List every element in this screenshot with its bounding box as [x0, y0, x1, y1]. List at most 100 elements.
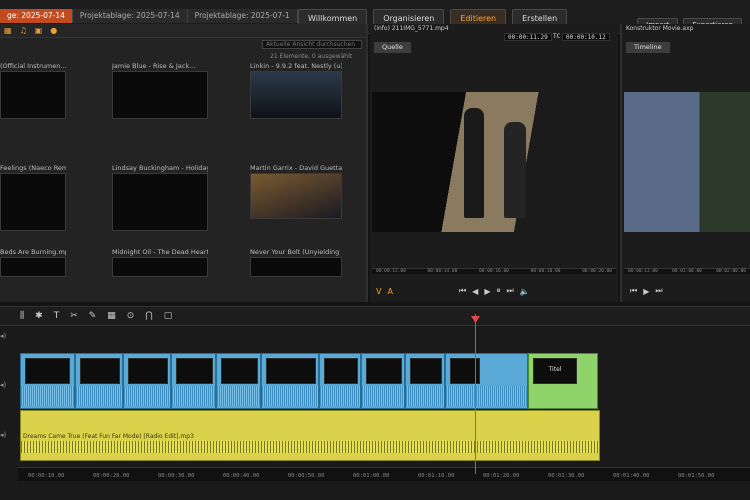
next-frame-icon[interactable]: ⏭ — [506, 286, 513, 296]
media-item-title: Linkin - 9.9.2 feat. Nestly (u) Remix... — [250, 62, 342, 70]
playhead-line[interactable] — [475, 314, 476, 474]
media-item[interactable]: Jamie Blue - Rise & Jack... — [112, 62, 208, 119]
media-item-title: (Official Instrumen... — [0, 62, 66, 70]
pause-icon[interactable]: ⏸ — [496, 286, 500, 296]
media-thumbnail — [0, 257, 66, 277]
library-panel: ▦ ♫ ▣ ● Aktuelle Ansicht durchsuchen 21 … — [0, 24, 368, 302]
project-tab-1[interactable]: ge: 2025-07-14 — [0, 9, 73, 23]
media-item-title: Beds Are Burning.mp4 — [0, 248, 66, 256]
title-clip-label: Titel — [533, 358, 577, 384]
media-item[interactable]: Beds Are Burning.mp4 — [0, 248, 66, 277]
scrub-tick: 00:00:12.00 — [376, 269, 406, 274]
library-item-count: 21 Elemente, 0 ausgewählt — [270, 53, 353, 60]
next-frame-icon[interactable]: ⏭ — [655, 286, 662, 296]
video-clip[interactable] — [216, 353, 261, 409]
media-item[interactable]: Never Your Bolt (Unyielding Heart)... — [250, 248, 342, 277]
previous-frame-icon[interactable]: ⏮ — [630, 286, 637, 296]
mark-in-icon[interactable]: V — [376, 287, 381, 296]
settings-icon[interactable]: ✱ — [35, 311, 43, 321]
person-figure-right — [504, 122, 526, 218]
step-back-icon[interactable]: ◀ — [472, 287, 478, 296]
video-clip[interactable] — [319, 353, 361, 409]
library-search-input[interactable]: Aktuelle Ansicht durchsuchen — [262, 40, 362, 49]
media-item-title: Lindsay Buckingham - Holiday Road — [112, 164, 208, 172]
scissors-icon[interactable]: ✂ — [70, 311, 78, 321]
media-thumbnail — [112, 173, 208, 231]
video-clip[interactable] — [405, 353, 445, 409]
ruler-tick: 00:01:20.00 — [483, 473, 520, 479]
record-icon[interactable]: ⊙ — [127, 311, 135, 321]
tab-timeline[interactable]: Timeline — [626, 42, 670, 53]
scrub-tick: 00:00:20.00 — [582, 269, 612, 274]
speaker-icon[interactable]: 🔈 — [520, 287, 530, 296]
media-thumbnail — [250, 71, 342, 119]
film-icon[interactable]: ▦ — [4, 26, 12, 35]
scrub-tick: 00:00:12.00 — [628, 269, 658, 274]
music-icon[interactable]: ♫ — [20, 26, 27, 35]
media-thumbnail — [0, 173, 66, 231]
project-tab-3[interactable]: Projektablage: 2025-07-1 — [187, 9, 298, 23]
video-clip[interactable] — [361, 353, 405, 409]
source-viewer: (info) 211IMG_5771.mp4 00:00:11.29 TC 00… — [370, 24, 618, 302]
tab-source[interactable]: Quelle — [374, 42, 411, 53]
previous-frame-icon[interactable]: ⏮ — [459, 286, 466, 296]
star-icon[interactable]: ● — [50, 26, 57, 35]
edit-toolbar: ⫼ ✱ T ✂ ✎ ▦ ⊙ ⋂ ▢ — [0, 306, 750, 326]
library-toolbar: ▦ ♫ ▣ ● — [0, 24, 366, 38]
source-transport: V A ⏮ ◀ ▶ ⏸ ⏭ 🔈 — [376, 284, 530, 298]
media-item[interactable]: Midnight Oil - The Dead Heart.MP4 — [112, 248, 208, 277]
play-icon[interactable]: ▶ — [643, 287, 649, 296]
mixer-icon[interactable]: ⫼ — [20, 311, 24, 321]
media-item[interactable]: Linkin - 9.9.2 feat. Nestly (u) Remix... — [250, 62, 342, 119]
ruler-tick: 00:01:00.00 — [353, 473, 390, 479]
media-thumbnail — [250, 257, 342, 277]
track-volume-icon[interactable]: ◂) — [0, 431, 18, 439]
track-volume-icon[interactable]: ◂) — [0, 332, 18, 340]
timeline-viewer: Konstruktor Movie.axp Timeline 00:00:12.… — [620, 24, 750, 302]
video-clip[interactable] — [20, 353, 75, 409]
play-icon[interactable]: ▶ — [484, 287, 490, 296]
timeline-scrub-bar[interactable]: 00:00:12.00 00:01:00.00 00:02:00.00 — [624, 268, 750, 274]
scrub-tick: 00:00:18.00 — [530, 269, 561, 274]
video-clip[interactable] — [261, 353, 319, 409]
media-thumbnail — [0, 71, 66, 119]
track-volume-icon[interactable]: ◂) — [0, 381, 18, 389]
lock-icon[interactable]: ▢ — [164, 311, 173, 321]
media-item[interactable]: Martin Garrix - David Guetta - So Fa... — [250, 164, 342, 219]
source-timecode-in[interactable]: 00:00:11.29 — [504, 33, 552, 41]
media-item[interactable]: Lindsay Buckingham - Holiday Road — [112, 164, 208, 231]
pen-icon[interactable]: ✎ — [89, 311, 97, 321]
video-clip[interactable] — [445, 353, 528, 409]
audio-waveform — [21, 441, 599, 453]
media-item-title: Never Your Bolt (Unyielding Heart)... — [250, 248, 342, 256]
scrub-tick: 00:02:00.00 — [716, 269, 746, 274]
media-item[interactable]: (Official Instrumen... — [0, 62, 66, 119]
audio-clip[interactable]: Dreams Came True (Feat Fun Far Mode) [Ra… — [20, 410, 600, 461]
source-timecode-out[interactable]: 00:00:10.12 — [562, 33, 610, 41]
text-tool-icon[interactable]: T — [54, 311, 60, 321]
media-item-title: Midnight Oil - The Dead Heart.MP4 — [112, 248, 208, 256]
timeline-transport: ⏮ ▶ ⏭ — [630, 284, 663, 298]
mark-out-icon[interactable]: A — [387, 287, 392, 296]
media-item-title: Martin Garrix - David Guetta - So Fa... — [250, 164, 342, 172]
video-clip[interactable] — [171, 353, 216, 409]
media-item[interactable]: Feelings (Naeco Rema... — [0, 164, 66, 231]
video-clip[interactable] — [75, 353, 123, 409]
photo-icon[interactable]: ▣ — [35, 26, 43, 35]
ruler-tick: 00:00:50.00 — [288, 473, 325, 479]
title-clip[interactable]: Titel — [528, 353, 598, 409]
scrub-tick: 00:00:16.00 — [479, 269, 509, 274]
ruler-tick: 00:01:30.00 — [548, 473, 585, 479]
ruler-tick: 00:00:10.00 — [28, 473, 65, 479]
video-clip[interactable] — [123, 353, 171, 409]
magnet-icon[interactable]: ⋂ — [145, 311, 152, 321]
timeline-ruler[interactable]: 00:00:10.00 00:00:20.00 00:00:30.00 00:0… — [18, 467, 750, 481]
source-scrub-bar[interactable]: 00:00:12.00 00:00:14.00 00:00:16.00 00:0… — [372, 268, 616, 274]
timeline-panel: ◂) ◂) ◂) Titel Dreams Came True (Feat Fu… — [0, 326, 750, 500]
project-tab-2[interactable]: Projektablage: 2025-07-14 — [72, 9, 188, 23]
media-item-title: Feelings (Naeco Rema... — [0, 164, 66, 172]
ruler-tick: 00:01:10.00 — [418, 473, 455, 479]
media-thumbnail — [112, 71, 208, 119]
grid-icon[interactable]: ▦ — [107, 311, 116, 321]
ruler-tick: 00:00:40.00 — [223, 473, 260, 479]
